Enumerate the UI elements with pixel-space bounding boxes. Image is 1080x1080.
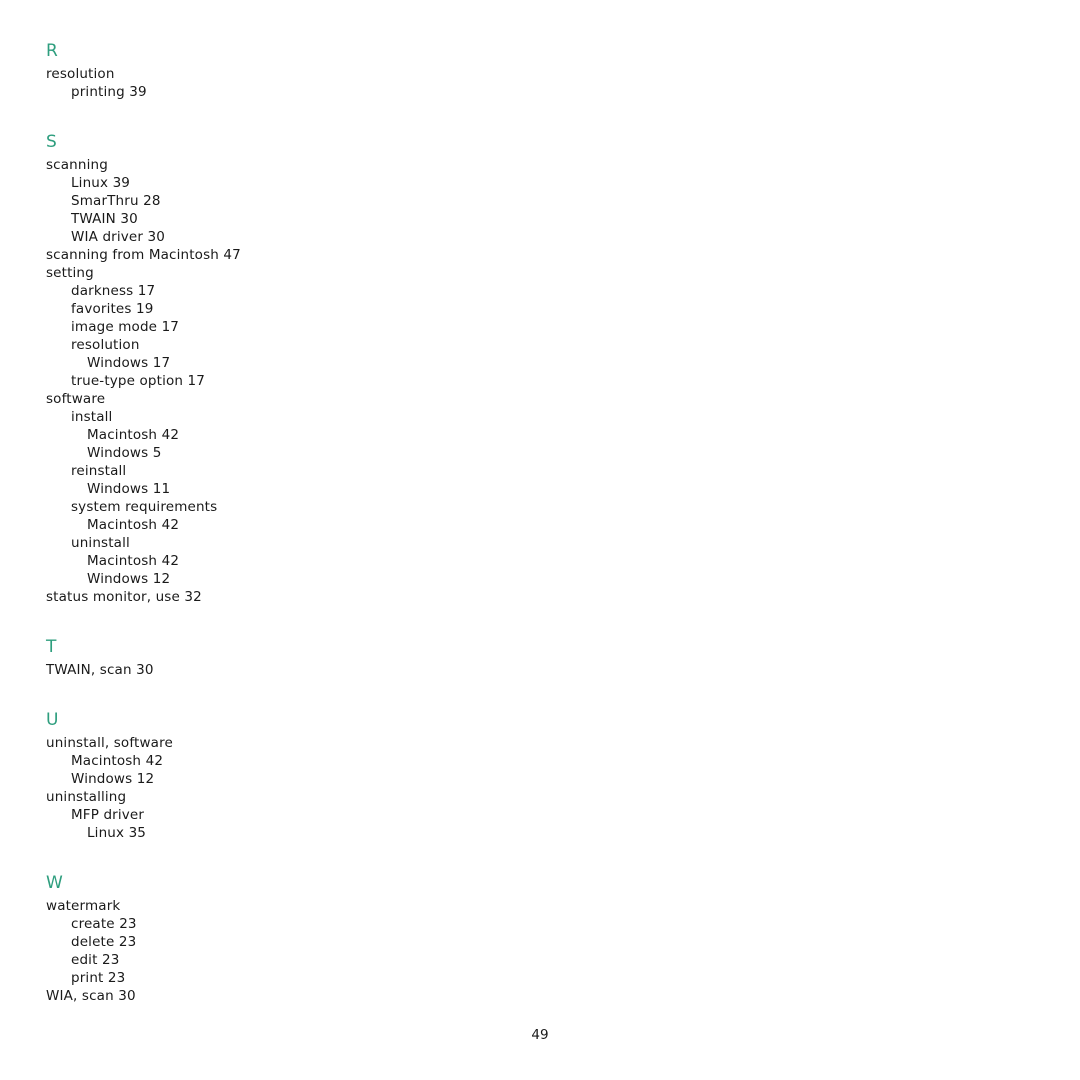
index-entry: uninstall, software	[46, 735, 173, 751]
index-entry: SmarThru 28	[71, 193, 161, 209]
index-entry: uninstalling	[46, 789, 127, 805]
index-entry: Macintosh 42	[87, 517, 180, 533]
index-entry: favorites 19	[71, 301, 154, 317]
index-section-u: Uuninstall, software Macintosh 42 Windows …	[46, 709, 476, 842]
index-entry: Windows 5	[87, 445, 162, 461]
index-entry: software	[46, 391, 106, 407]
index-section-r: Rresolution printing 39	[46, 40, 476, 101]
index-page: Rresolution printing 39 Sscanning Linux 39 S…	[0, 0, 1080, 1080]
index-entry: watermark	[46, 898, 121, 914]
index-entry: Windows 12	[71, 771, 155, 787]
section-letter-heading: U	[46, 710, 59, 730]
index-entry: Macintosh 42	[87, 427, 180, 443]
page-number: 49	[531, 1027, 549, 1043]
index-entry: MFP driver	[71, 807, 145, 823]
index-entry: print 23	[71, 970, 126, 986]
index-entry: edit 23	[71, 952, 120, 968]
section-letter-heading: S	[46, 132, 58, 152]
index-entry: Windows 12	[87, 571, 171, 587]
index-entry: Macintosh 42	[71, 753, 164, 769]
index-entry-list: Rresolution printing 39 Sscanning Linux 39 S…	[46, 40, 476, 1005]
index-entry: scanning	[46, 157, 108, 173]
index-entry: true-type option 17	[71, 373, 206, 389]
section-letter-heading: R	[46, 41, 59, 61]
index-entry: image mode 17	[71, 319, 180, 335]
index-entry: system requirements	[71, 499, 218, 515]
index-entry: uninstall	[71, 535, 130, 551]
section-letter-heading: T	[46, 637, 57, 657]
section-letter-heading: W	[46, 873, 64, 893]
index-entry: Linux 39	[71, 175, 131, 191]
index-entry: reinstall	[71, 463, 127, 479]
index-entry: Macintosh 42	[87, 553, 180, 569]
index-section-w: Wwatermark create 23 delete 23 edit 23 print…	[46, 872, 476, 1005]
index-entry: WIA driver 30	[71, 229, 165, 245]
index-entry: TWAIN 30	[71, 211, 138, 227]
index-entry: status monitor, use 32	[46, 589, 202, 605]
index-entry: resolution	[46, 66, 115, 82]
index-entry: Linux 35	[87, 825, 147, 841]
index-entry: setting	[46, 265, 94, 281]
index-entry: scanning from Macintosh 47	[46, 247, 241, 263]
index-entry: TWAIN, scan 30	[46, 662, 154, 678]
index-entry: Windows 11	[87, 481, 171, 497]
index-entry: install	[71, 409, 113, 425]
index-entry: darkness 17	[71, 283, 156, 299]
index-section-t: T TWAIN, scan 30	[46, 636, 476, 679]
index-entry: create 23	[71, 916, 137, 932]
index-section-s: Sscanning Linux 39 SmarThru 28 TWAIN 30 WIA …	[46, 131, 476, 606]
index-entry: WIA, scan 30	[46, 988, 136, 1004]
index-entry: delete 23	[71, 934, 137, 950]
index-entry: resolution	[71, 337, 140, 353]
index-entry: printing 39	[71, 84, 147, 100]
index-entry: Windows 17	[87, 355, 171, 371]
